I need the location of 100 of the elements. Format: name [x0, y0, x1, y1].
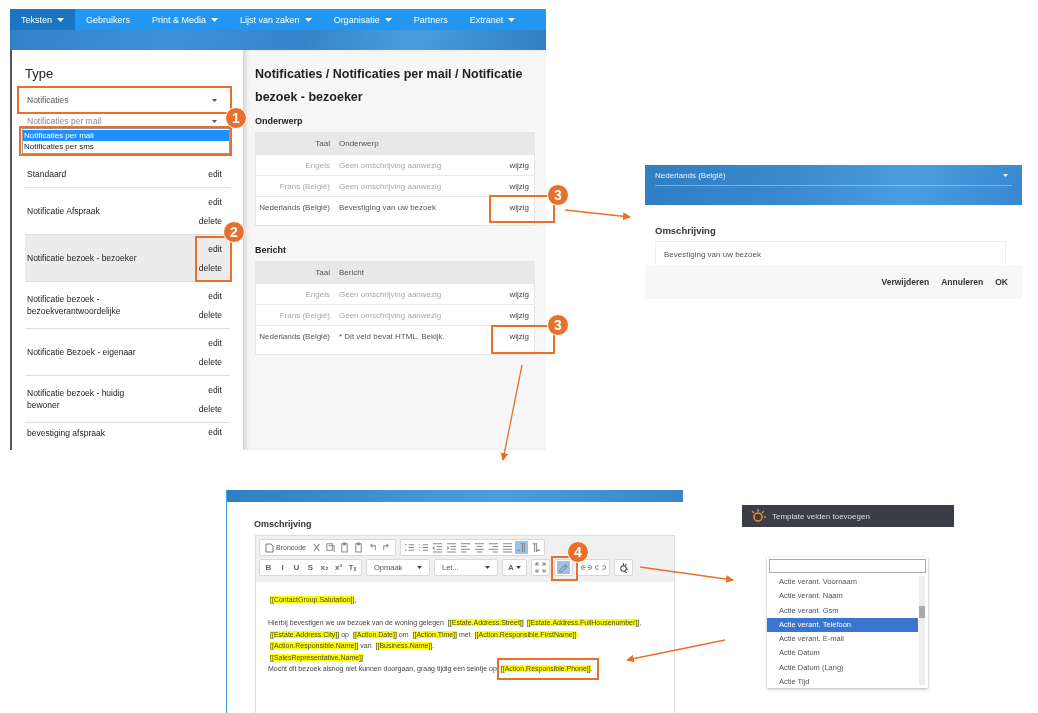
action-link[interactable]: delete [198, 403, 222, 414]
format-button[interactable]: Tₓ [346, 561, 359, 574]
item-name: Notificatie Bezoek - eigenaar [27, 346, 136, 358]
sidebar-title: Type [25, 66, 55, 83]
table-cell-text: Nederlands (België) [258, 332, 331, 341]
language-select[interactable]: Nederlands (België) [655, 165, 1012, 186]
modify-link[interactable]: wijzig [509, 332, 534, 341]
format-button[interactable]: B [262, 561, 275, 574]
paragraph-icon [515, 542, 527, 553]
item-name: bevestiging afspraak [27, 427, 105, 439]
table-cell-text: Frans (België) [278, 182, 331, 191]
unlink-icon [595, 562, 606, 573]
table-cell-text: Nederlands (België) [258, 203, 331, 212]
dialog-button[interactable]: Verwijderen [881, 277, 930, 287]
item-name: Notificatie Afspraak [27, 205, 100, 217]
table-cell-text: Engels [304, 161, 331, 170]
section-title: Bericht [255, 245, 287, 255]
item-name: Notificatie bezoek - bezoeker [27, 252, 137, 264]
action-link[interactable]: delete [198, 215, 222, 226]
format-button[interactable]: x² [332, 561, 345, 574]
action-link[interactable]: edit [208, 243, 222, 254]
table-cell-text: Geen omschrijving aanwezig [339, 182, 443, 191]
table-cell-text: Frans (België) [278, 311, 331, 320]
list-item[interactable]: Notificatie Bezoek - eigenaar edit delete [25, 329, 230, 376]
table-header: Taal Onderwerp [256, 133, 534, 154]
caret-icon [384, 17, 392, 22]
modify-link[interactable]: wijzig [509, 290, 534, 299]
copy-icon [324, 542, 336, 553]
item-name: Notificatie bezoek - huidig bewoner [27, 387, 126, 411]
format-button[interactable]: I [276, 561, 289, 574]
section-title: Onderwerp [255, 116, 304, 126]
action-link[interactable]: delete [198, 309, 222, 320]
clipboard-icon [352, 542, 364, 553]
align-right-icon [487, 542, 499, 553]
document-icon [265, 542, 274, 553]
modify-link[interactable]: wijzig [509, 203, 534, 212]
caret-icon [304, 17, 312, 22]
table-cell-text: Geen omschrijving aanwezig [339, 311, 443, 320]
action-link[interactable]: edit [208, 168, 222, 179]
insert-field-icon [618, 562, 629, 573]
action-link[interactable]: edit [208, 196, 222, 207]
caret-icon [417, 566, 422, 569]
caret-icon [57, 17, 65, 22]
dialog-title: Template velden toevoegen [772, 511, 870, 521]
clipboard-icon [338, 542, 350, 553]
link-icon [581, 562, 592, 573]
sparkle-icon [750, 509, 766, 523]
table-header: Taal Bericht [256, 262, 534, 283]
action-link[interactable]: delete [198, 262, 222, 273]
numbered-list-icon [403, 542, 415, 553]
type-select[interactable]: Notificaties [25, 88, 223, 113]
callout-arrow [564, 209, 631, 221]
justify-icon [501, 542, 513, 553]
search-field[interactable] [769, 559, 926, 573]
page-title: Notificaties / Notificaties per mail / Notificatie bezoek - bezoeker [255, 66, 524, 106]
action-link[interactable]: edit [208, 337, 222, 348]
caret-icon [212, 119, 217, 123]
list-item[interactable]: Notificatie bezoek - bezoekverantwoordelijke edit delete [25, 282, 230, 329]
caret-icon [1003, 173, 1008, 177]
modify-link[interactable]: wijzig [509, 311, 534, 320]
marker-icon [558, 562, 569, 573]
align-left-icon [459, 542, 471, 553]
action-link[interactable]: edit [208, 427, 222, 437]
caret-icon [211, 17, 219, 22]
outdent-icon [431, 542, 443, 553]
align-center-icon [473, 542, 485, 553]
format-button[interactable]: x₂ [318, 561, 331, 574]
item-name: Standaard [27, 167, 67, 180]
dialog-button[interactable]: Annuleren [941, 277, 984, 287]
dropdown-option[interactable]: Notificaties per sms [23, 141, 229, 152]
table-cell-text: Geen omschrijving aanwezig [339, 161, 443, 170]
list-item[interactable]: Standaard edit [25, 160, 230, 188]
caret-icon [515, 566, 521, 569]
list-item[interactable]: bevestiging afspraak edit [25, 423, 230, 449]
caret-icon [508, 17, 516, 22]
maximize-icon [535, 562, 546, 573]
bullet-list-icon [417, 542, 429, 553]
format-button[interactable]: U [290, 561, 303, 574]
nav-tab[interactable]: Teksten [10, 9, 76, 30]
field-label: Omschrijving [254, 519, 313, 529]
indent-icon [445, 542, 457, 553]
scrollbar[interactable] [919, 576, 925, 685]
dialog-button[interactable]: OK [995, 277, 1008, 287]
step-number: 3 [547, 314, 569, 336]
modify-link[interactable]: wijzig [509, 161, 534, 170]
field-label: Omschrijving [655, 225, 717, 236]
action-link[interactable]: delete [198, 356, 222, 367]
table-cell-text: Engels [304, 290, 331, 299]
table-cell-text: Bevestiging van uw bezoek [339, 203, 437, 212]
step-number: 3 [547, 184, 569, 206]
table-cell-text: * Dit veld bevat HTML. Bekijk. [339, 332, 446, 341]
item-name: Notificatie bezoek - bezoekverantwoordelijke [27, 293, 122, 317]
action-link[interactable]: edit [208, 384, 222, 395]
action-link[interactable]: edit [208, 290, 222, 301]
modify-link[interactable]: wijzig [509, 182, 534, 191]
format-button[interactable]: S [304, 561, 317, 574]
text-color-button[interactable]: A [505, 561, 524, 574]
scissors-icon [310, 542, 322, 553]
caret-icon [212, 98, 217, 102]
selected-list-item[interactable]: Notificatie bezoek - bezoeker edit delete [25, 235, 230, 282]
